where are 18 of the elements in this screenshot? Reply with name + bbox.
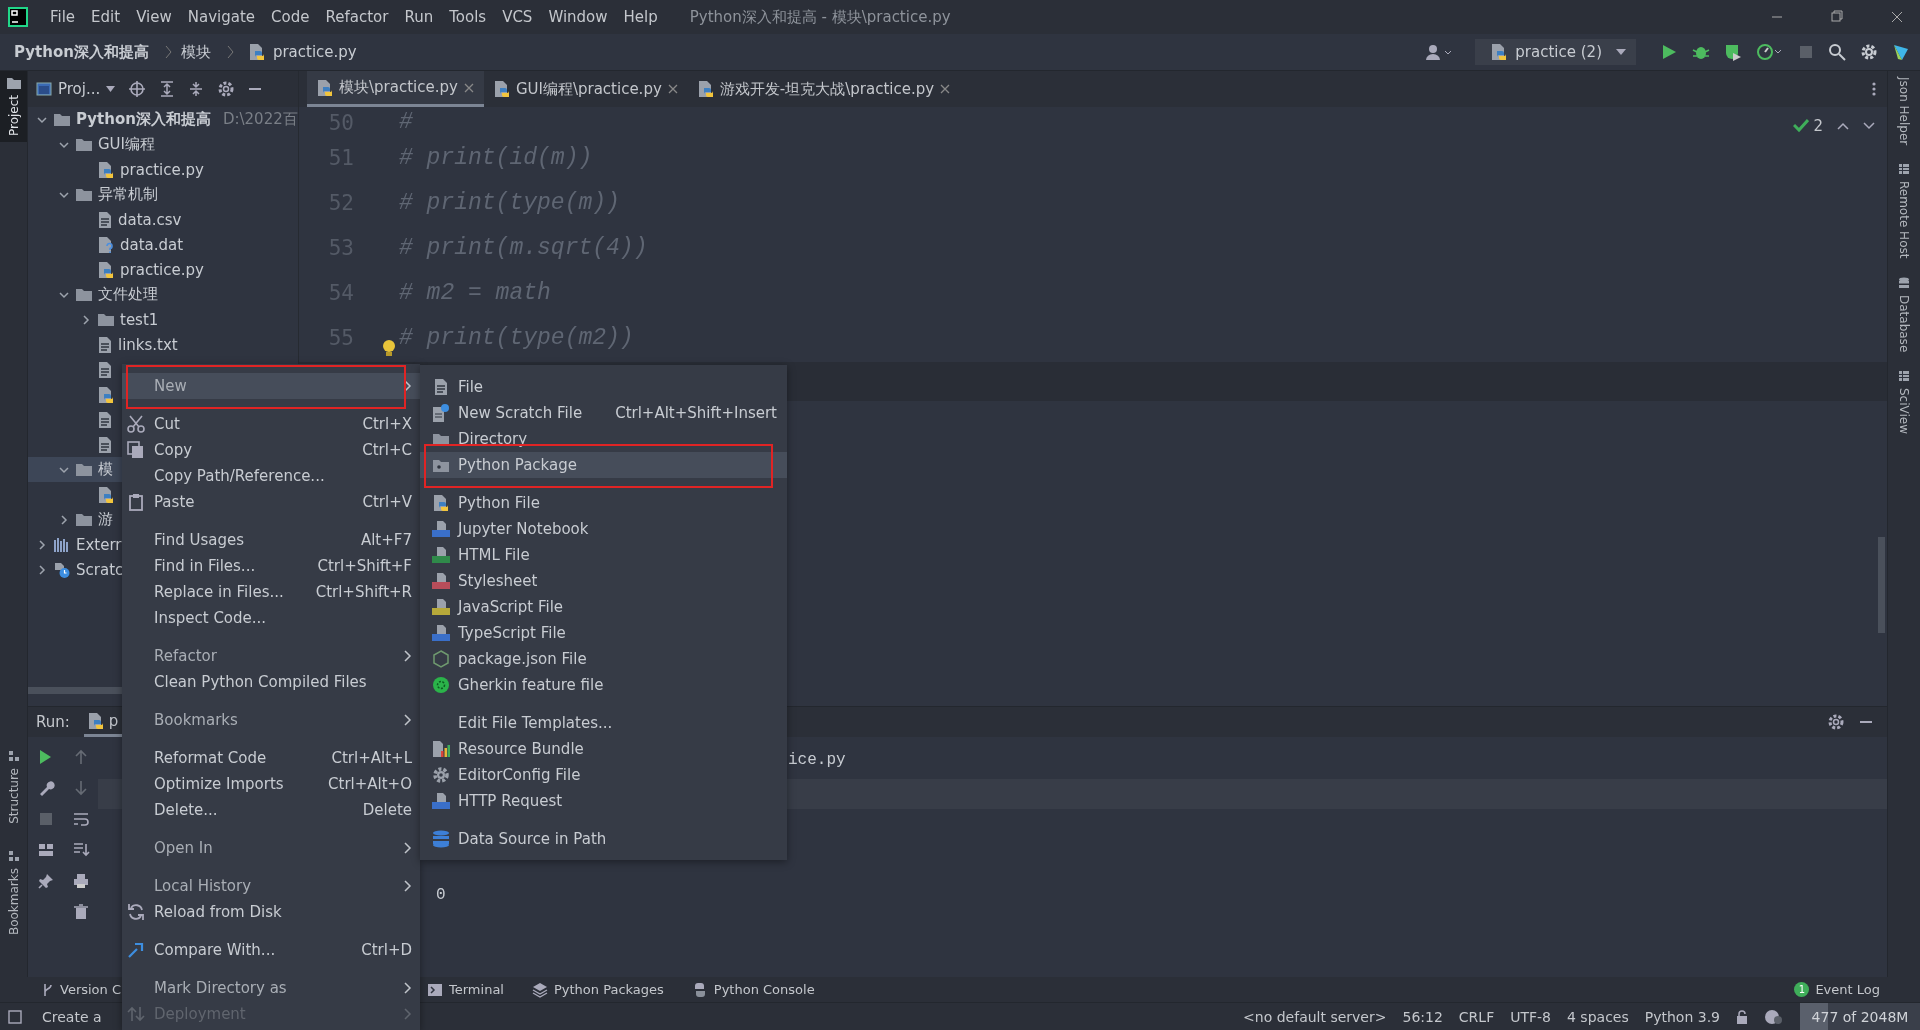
shortcut: Ctrl+Shift+R <box>315 583 412 601</box>
console-output: ice.py <box>788 751 846 769</box>
shortcut: Ctrl+X <box>362 415 412 433</box>
window-title: Python深入和提高 - 模块\practice.py <box>689 7 952 27</box>
shortcut: Ctrl+D <box>361 941 412 959</box>
shortcut: Alt+F7 <box>360 531 412 549</box>
shortcut: Ctrl+V <box>362 493 412 511</box>
status-message: Create a <box>42 1008 102 1025</box>
shortcut: Ctrl+Alt+O <box>328 775 412 793</box>
shortcut: Ctrl+C <box>362 441 412 459</box>
notification-count: 1 <box>1794 982 1810 997</box>
code-comment: # <box>399 109 413 135</box>
panel-title: Run: <box>36 713 70 731</box>
shortcut: Ctrl+Alt+Shift+Insert <box>615 404 777 422</box>
shortcut: Ctrl+Shift+F <box>317 557 412 575</box>
shortcut: Delete <box>362 801 412 819</box>
console-output: 0 <box>436 886 446 904</box>
shortcut: Ctrl+Alt+L <box>331 749 412 767</box>
